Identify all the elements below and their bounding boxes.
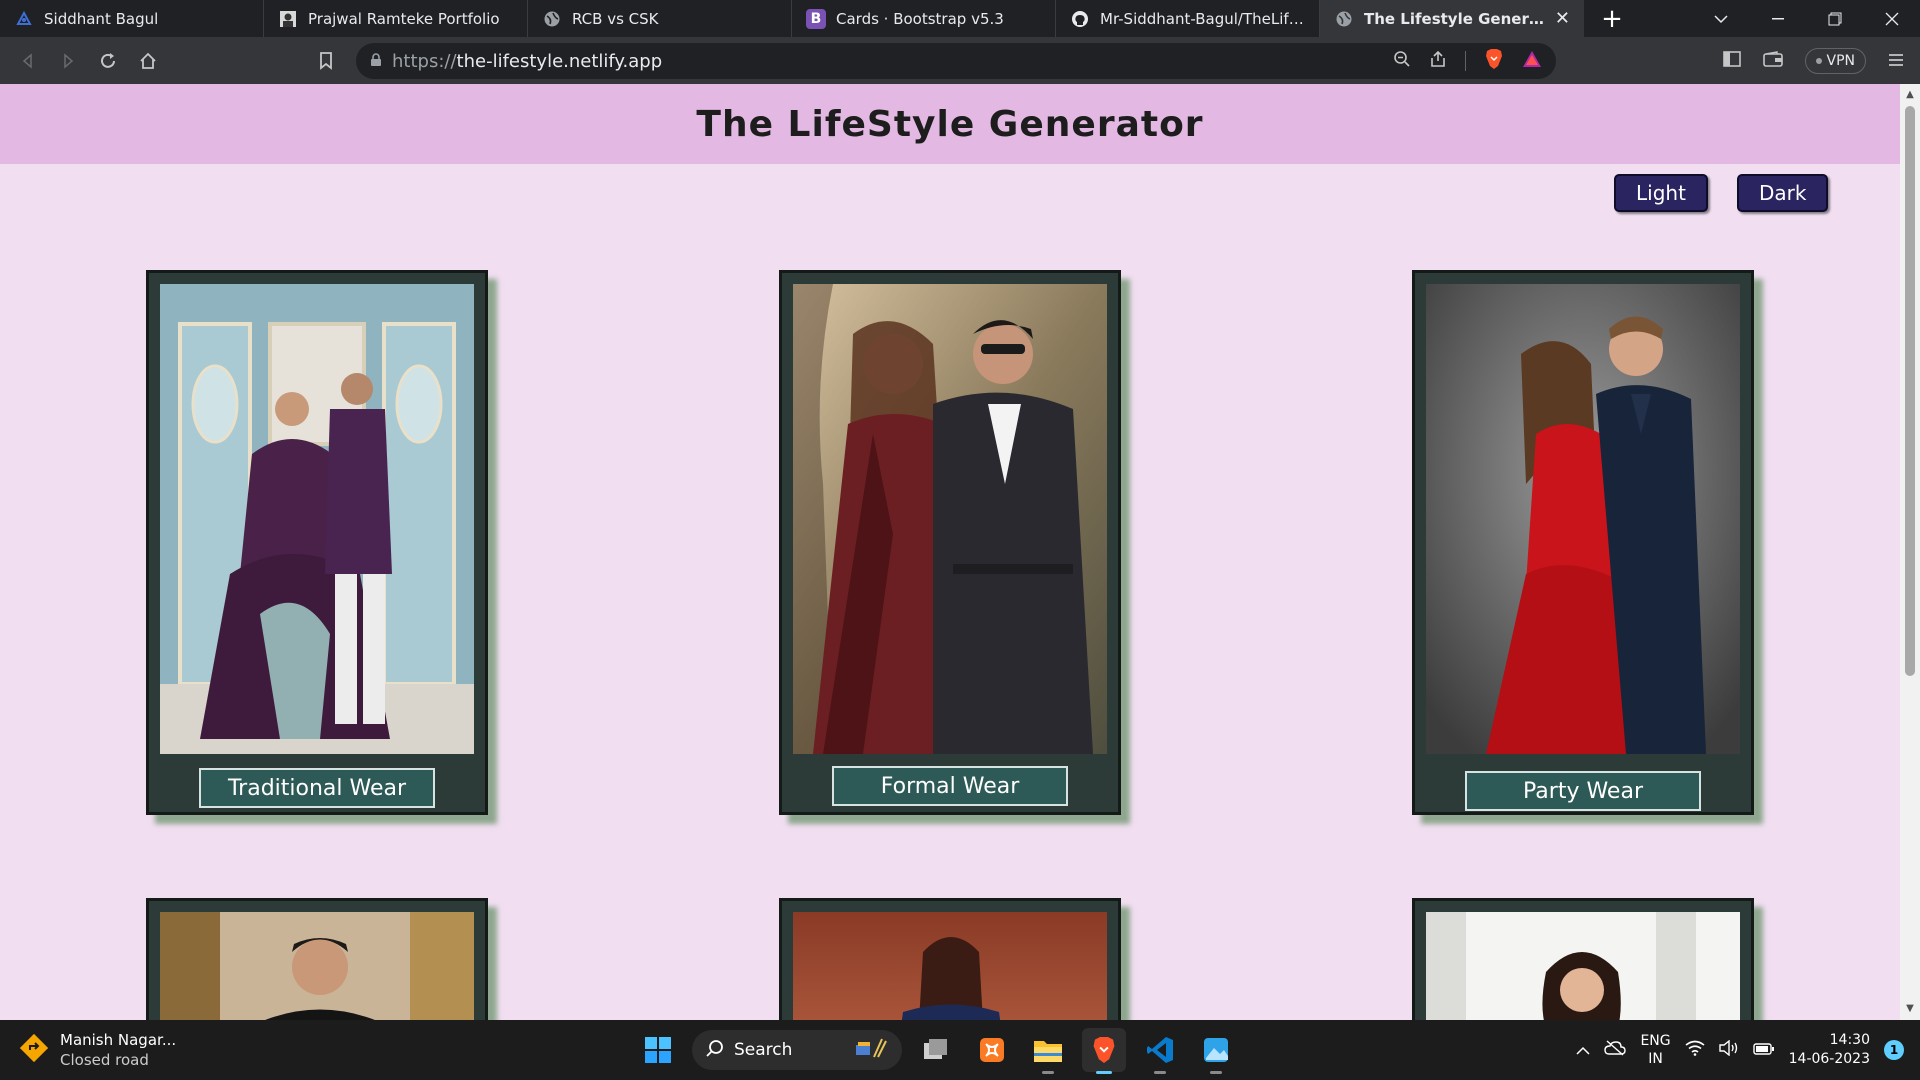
lock-icon [370,52,382,71]
widget-subtitle: Closed road [60,1051,149,1069]
running-indicator [1042,1071,1054,1074]
clock[interactable]: 14:30 14-06-2023 [1789,1031,1870,1069]
traffic-widget[interactable]: Manish Nagar... Closed road [19,1030,177,1070]
close-window-button[interactable] [1863,0,1920,37]
battery-icon[interactable] [1752,1041,1775,1060]
card-label[interactable]: Traditional Wear [199,768,435,808]
share-icon[interactable] [1429,50,1447,72]
card-label[interactable]: Formal Wear [832,766,1068,806]
vpn-status-dot [1815,58,1822,64]
browser-tab-strip: Siddhant Bagul Prajwal Ramteke Portfolio… [0,0,1920,37]
road-closed-icon [19,1033,49,1066]
system-tray: ENG IN 14:30 14-06-2023 1 [1576,1028,1904,1072]
page-title: The LifeStyle Generator [696,103,1204,145]
chevron-up-icon[interactable] [1576,1041,1590,1060]
vpn-button[interactable]: VPN [1804,48,1866,74]
tab-title: Prajwal Ramteke Portfolio [308,9,500,28]
menu-icon[interactable] [1888,52,1904,71]
search-highlight-icon [854,1037,888,1064]
browser-toolbar: https://the-lifestyle.netlify.app VPN [0,37,1920,84]
brave-shields-icon[interactable] [1484,48,1504,74]
site-header: The LifeStyle Generator [0,84,1900,164]
globe-icon [542,9,562,29]
card-formal-wear[interactable]: Formal Wear [779,270,1121,815]
card-row2-col2[interactable] [779,898,1121,1020]
bootstrap-icon: B [806,8,826,29]
tab-title: The Lifestyle Generator [1364,9,1547,28]
page-viewport: The LifeStyle Generator Light Dark Tradi… [0,84,1900,1020]
github-icon [1070,9,1090,29]
start-button[interactable] [636,1028,680,1072]
tab-title: Cards · Bootstrap v5.3 [836,9,1004,28]
tab-title: Siddhant Bagul [44,9,159,28]
bookmark-icon[interactable] [306,41,346,81]
widget-title: Manish Nagar... [60,1031,177,1049]
minimize-button[interactable] [1749,0,1806,37]
task-view-icon[interactable] [914,1028,958,1072]
sidebar-icon[interactable] [1722,51,1741,71]
brave-browser-icon[interactable] [1082,1028,1126,1074]
ethnic-wear-image [793,912,1107,1020]
card-party-wear[interactable]: Party Wear [1412,270,1754,815]
wallet-icon[interactable] [1762,51,1783,71]
taskbar-search[interactable]: Search [692,1030,902,1070]
scroll-up-arrow-icon[interactable]: ▲ [1900,86,1920,104]
tab-lifestyle-generator[interactable]: The Lifestyle Generator ✕ [1320,0,1584,37]
tab-bootstrap-cards[interactable]: B Cards · Bootstrap v5.3 [792,0,1056,37]
tab-title: RCB vs CSK [572,9,659,28]
cloud-offline-icon[interactable] [1604,1040,1627,1060]
date: 14-06-2023 [1788,1051,1870,1067]
close-tab-icon[interactable]: ✕ [1555,8,1570,29]
forward-icon[interactable] [48,41,88,81]
vscode-icon[interactable] [1138,1028,1182,1074]
home-icon[interactable] [128,41,168,81]
file-explorer-icon[interactable] [1026,1028,1070,1074]
kidswear-image [1426,912,1740,1020]
card-row2-col3[interactable] [1412,898,1754,1020]
menswear-image [160,912,474,1020]
light-theme-button[interactable]: Light [1614,174,1708,212]
volume-icon[interactable] [1718,1039,1739,1060]
scroll-thumb[interactable] [1905,106,1915,676]
new-tab-button[interactable]: + [1584,0,1640,37]
brave-rewards-icon[interactable] [1522,50,1542,72]
address-bar[interactable]: https://the-lifestyle.netlify.app [356,43,1556,79]
back-icon[interactable] [8,41,48,81]
time: 14:30 [1829,1032,1870,1048]
search-icon [706,1039,724,1062]
divider [1465,51,1466,71]
globe-icon [1334,9,1354,29]
tab-search-chevron-icon[interactable] [1692,0,1749,37]
photos-icon[interactable] [1194,1028,1238,1074]
dark-theme-button[interactable]: Dark [1737,174,1829,212]
search-label: Search [734,1040,793,1060]
traditional-wear-image [160,284,474,754]
party-wear-image [1426,284,1740,754]
restore-button[interactable] [1806,0,1863,37]
tab-title: Mr-Siddhant-Bagul/TheLifestyle [1100,9,1305,28]
language-indicator[interactable]: ENG IN [1640,1032,1670,1068]
card-row2-col1[interactable] [146,898,488,1020]
windows-taskbar: Manish Nagar... Closed road Search ENG I… [0,1020,1920,1080]
card-traditional-wear[interactable]: Traditional Wear [146,270,488,815]
formal-wear-image [793,284,1107,754]
card-label[interactable]: Party Wear [1465,771,1701,811]
portfolio-avatar-icon [278,9,298,29]
active-indicator [1096,1071,1112,1074]
xampp-icon[interactable] [970,1028,1014,1072]
running-indicator [1154,1071,1166,1074]
tab-github-repo[interactable]: Mr-Siddhant-Bagul/TheLifestyle [1056,0,1320,37]
zoom-out-icon[interactable] [1393,50,1411,72]
scroll-down-arrow-icon[interactable]: ▼ [1900,1000,1920,1018]
notification-badge[interactable]: 1 [1884,1040,1904,1060]
wifi-icon[interactable] [1685,1040,1705,1060]
running-indicator [1210,1071,1222,1074]
page-scrollbar[interactable]: ▲ ▼ [1900,84,1920,1020]
url-text[interactable]: https://the-lifestyle.netlify.app [392,51,662,72]
tab-prajwal-portfolio[interactable]: Prajwal Ramteke Portfolio [264,0,528,37]
reload-icon[interactable] [88,41,128,81]
tab-siddhant-bagul[interactable]: Siddhant Bagul [0,0,264,37]
siddhant-logo-icon [14,9,34,29]
tab-rcb-vs-csk[interactable]: RCB vs CSK [528,0,792,37]
